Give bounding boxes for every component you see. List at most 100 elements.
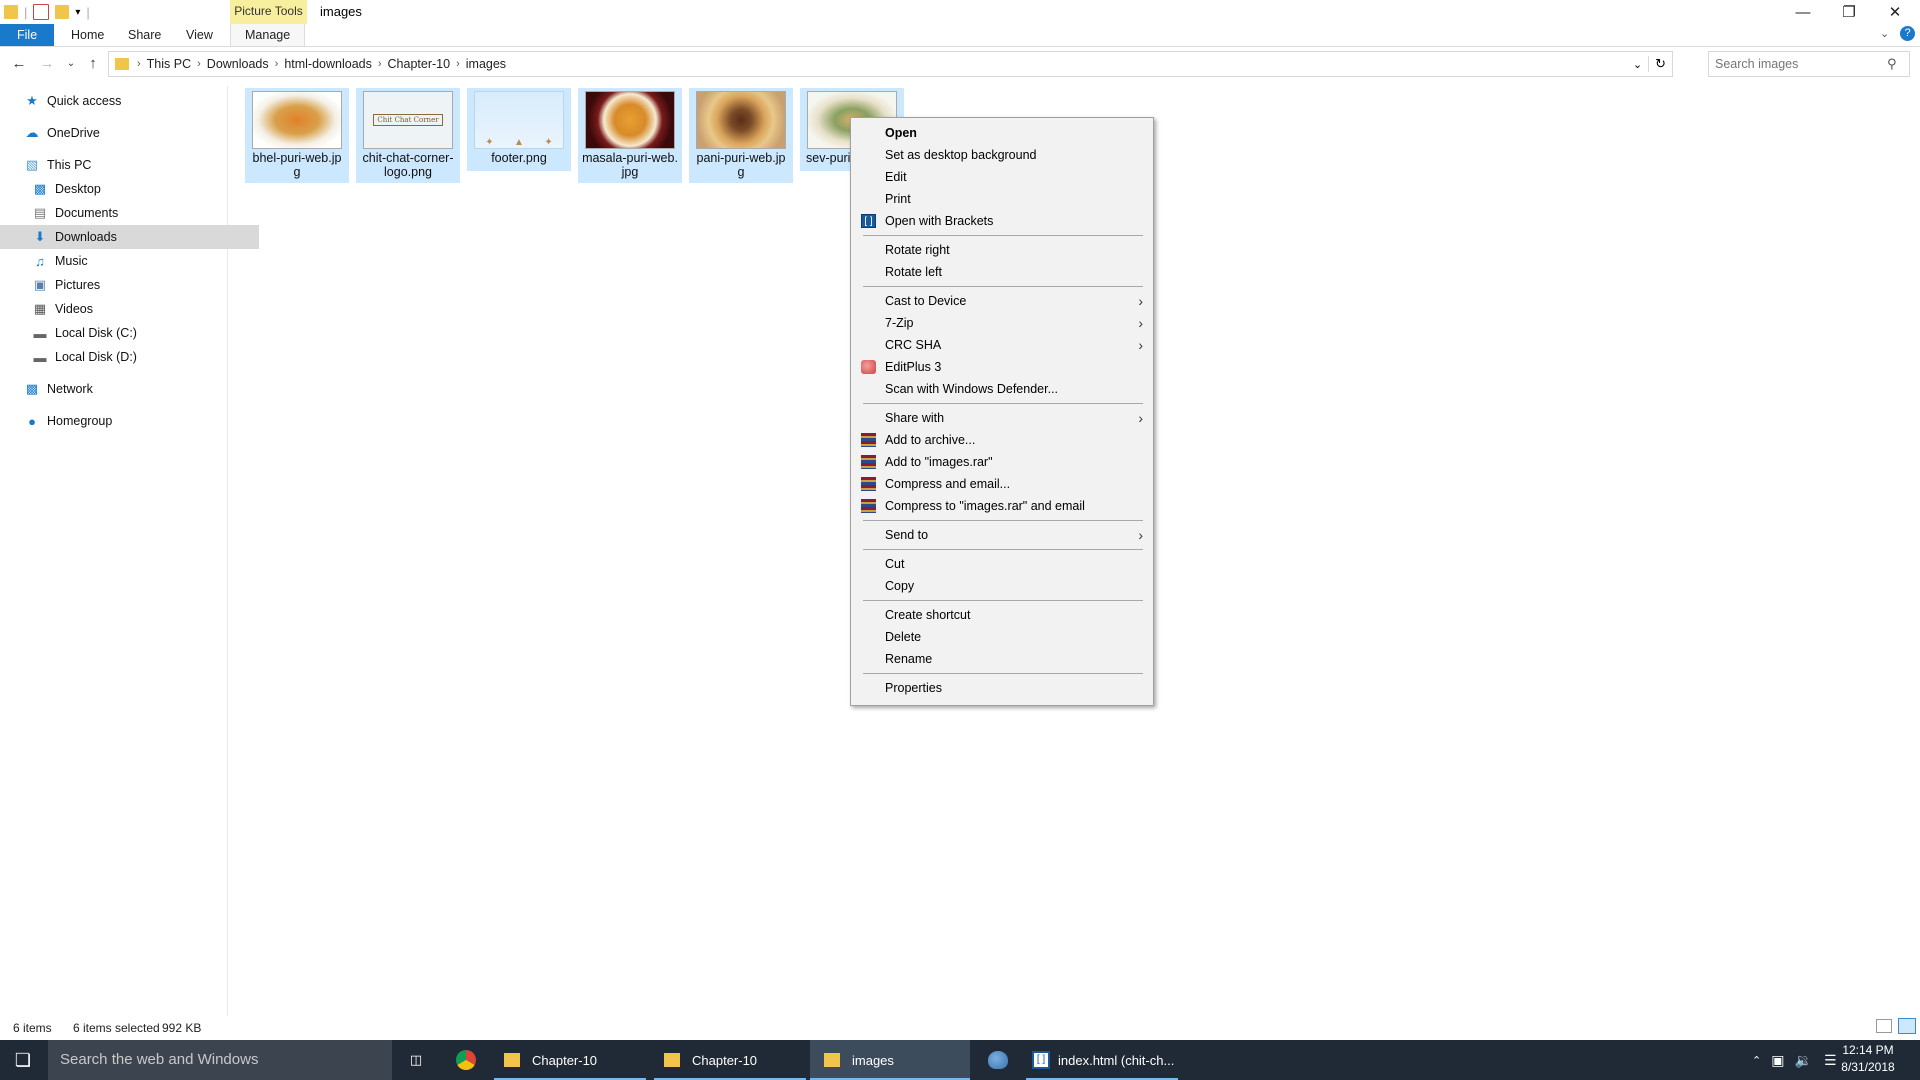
new-folder-icon[interactable] bbox=[55, 5, 70, 19]
sidebar-item-this-pc[interactable]: ▧ This PC bbox=[0, 153, 251, 177]
taskbar-app-brackets[interactable]: [ ] index.html (chit-ch... bbox=[1026, 1040, 1178, 1080]
breadcrumb-separator: › bbox=[137, 58, 141, 70]
sidebar-item-documents[interactable]: ▤ Documents bbox=[0, 201, 259, 225]
search-input[interactable] bbox=[1709, 56, 1887, 72]
tab-home[interactable]: Home bbox=[57, 24, 118, 46]
start-button[interactable]: ❏ bbox=[0, 1040, 46, 1080]
menu-item-rotate-left[interactable]: Rotate left bbox=[851, 261, 1153, 283]
menu-item-scan-defender[interactable]: Scan with Windows Defender... bbox=[851, 378, 1153, 400]
breadcrumb-separator: › bbox=[456, 58, 460, 70]
menu-item-crc-sha[interactable]: CRC SHA › bbox=[851, 334, 1153, 356]
search-icon[interactable]: ⚲ bbox=[1887, 56, 1897, 72]
sidebar-item-local-disk-d[interactable]: ▬ Local Disk (D:) bbox=[0, 345, 259, 369]
menu-item-editplus[interactable]: EditPlus 3 bbox=[851, 356, 1153, 378]
sidebar-item-local-disk-c[interactable]: ▬ Local Disk (C:) bbox=[0, 321, 259, 345]
breadcrumb-chapter-10[interactable]: Chapter-10 bbox=[384, 57, 455, 71]
menu-item-cut[interactable]: Cut bbox=[851, 553, 1153, 575]
sidebar-item-desktop[interactable]: ▩ Desktop bbox=[0, 177, 259, 201]
back-button[interactable]: ← bbox=[8, 52, 30, 74]
winrar-icon bbox=[861, 499, 876, 513]
sidebar-item-music[interactable]: ♫ Music bbox=[0, 249, 259, 273]
action-center-icon[interactable]: ☰ bbox=[1824, 1052, 1837, 1069]
file-item[interactable]: masala-puri-web. jpg bbox=[578, 88, 682, 183]
menu-item-rename[interactable]: Rename bbox=[851, 648, 1153, 670]
menu-item-set-desktop-background[interactable]: Set as desktop background bbox=[851, 144, 1153, 166]
address-bar[interactable]: › This PC › Downloads › html-downloads ›… bbox=[108, 51, 1673, 77]
tab-share[interactable]: Share bbox=[114, 24, 175, 46]
refresh-icon[interactable]: ↻ bbox=[1648, 56, 1672, 72]
menu-item-share-with[interactable]: Share with › bbox=[851, 407, 1153, 429]
sidebar-item-homegroup[interactable]: ● Homegroup bbox=[0, 409, 251, 433]
expand-ribbon-icon[interactable]: ⌄ bbox=[1880, 27, 1889, 40]
menu-item-add-to-archive[interactable]: Add to archive... bbox=[851, 429, 1153, 451]
tab-view[interactable]: View bbox=[172, 24, 227, 46]
menu-item-open[interactable]: Open bbox=[851, 122, 1153, 144]
sidebar-item-label: Local Disk (D:) bbox=[55, 350, 137, 364]
item-count: 6 items bbox=[13, 1021, 52, 1035]
sidebar-item-videos[interactable]: ▦ Videos bbox=[0, 297, 259, 321]
desktop-icon: ▩ bbox=[33, 181, 47, 196]
file-item[interactable]: pani-puri-web.jp g bbox=[689, 88, 793, 183]
menu-item-compress-to-rar-and-email[interactable]: Compress to "images.rar" and email bbox=[851, 495, 1153, 517]
help-icon[interactable]: ? bbox=[1900, 26, 1915, 41]
menu-item-properties[interactable]: Properties bbox=[851, 677, 1153, 699]
minimize-button[interactable]: — bbox=[1780, 0, 1826, 24]
show-hidden-icons-icon[interactable]: ⌃ bbox=[1752, 1054, 1761, 1067]
menu-item-add-to-images-rar[interactable]: Add to "images.rar" bbox=[851, 451, 1153, 473]
menu-item-send-to[interactable]: Send to › bbox=[851, 524, 1153, 546]
taskbar-search[interactable]: Search the web and Windows bbox=[48, 1040, 392, 1080]
folder-icon[interactable] bbox=[4, 5, 18, 19]
window-title: images bbox=[320, 4, 362, 19]
breadcrumb-this-pc[interactable]: This PC bbox=[143, 57, 195, 71]
menu-item-7-zip[interactable]: 7-Zip › bbox=[851, 312, 1153, 334]
winrar-icon bbox=[861, 455, 876, 469]
taskbar-app-images[interactable]: images bbox=[810, 1040, 970, 1080]
sidebar-item-network[interactable]: ▩ Network bbox=[0, 377, 251, 401]
forward-button[interactable]: → bbox=[36, 52, 58, 74]
properties-icon[interactable] bbox=[33, 4, 50, 20]
sidebar-item-label: Quick access bbox=[47, 94, 122, 108]
large-icons-view-icon[interactable] bbox=[1898, 1018, 1916, 1034]
menu-item-print[interactable]: Print bbox=[851, 188, 1153, 210]
network-icon[interactable]: ▣ bbox=[1771, 1052, 1784, 1069]
menu-item-open-with-brackets[interactable]: [ ] Open with Brackets bbox=[851, 210, 1153, 232]
menu-item-cast-to-device[interactable]: Cast to Device › bbox=[851, 290, 1153, 312]
sidebar-item-downloads[interactable]: ⬇ Downloads bbox=[0, 225, 259, 249]
image-thumbnail bbox=[696, 91, 786, 149]
taskbar-app-paint[interactable] bbox=[974, 1040, 1022, 1080]
address-dropdown-icon[interactable]: ⌄ bbox=[1627, 58, 1648, 71]
customize-qat-icon[interactable]: ▾ bbox=[75, 7, 80, 18]
file-item[interactable]: Chit Chat Corner chit-chat-corner-logo.p… bbox=[356, 88, 460, 183]
file-item[interactable]: bhel-puri-web.jp g bbox=[245, 88, 349, 183]
breadcrumb-images[interactable]: images bbox=[462, 57, 510, 71]
sidebar-item-onedrive[interactable]: ☁ OneDrive bbox=[0, 121, 251, 145]
sidebar-item-label: Local Disk (C:) bbox=[55, 326, 137, 340]
menu-item-copy[interactable]: Copy bbox=[851, 575, 1153, 597]
restore-button[interactable]: ❐ bbox=[1826, 0, 1872, 24]
sidebar-item-quick-access[interactable]: ★ Quick access bbox=[0, 89, 251, 113]
search-box[interactable]: ⚲ bbox=[1708, 51, 1910, 77]
menu-item-create-shortcut[interactable]: Create shortcut bbox=[851, 604, 1153, 626]
breadcrumb-separator: › bbox=[377, 58, 382, 70]
menu-item-rotate-right[interactable]: Rotate right bbox=[851, 239, 1153, 261]
details-view-icon[interactable] bbox=[1876, 1019, 1892, 1033]
tab-manage[interactable]: Manage bbox=[230, 24, 306, 46]
recent-locations-icon[interactable]: ⌄ bbox=[60, 52, 82, 74]
close-button[interactable]: ✕ bbox=[1872, 0, 1918, 24]
up-button[interactable]: ↑ bbox=[82, 52, 104, 74]
clock[interactable]: 12:14 PM 8/31/2018 bbox=[1830, 1042, 1906, 1076]
volume-icon[interactable]: 🔉 bbox=[1794, 1052, 1811, 1069]
taskbar-app-chapter-10[interactable]: Chapter-10 bbox=[494, 1040, 646, 1080]
breadcrumb-downloads[interactable]: Downloads bbox=[203, 57, 273, 71]
tab-file[interactable]: File bbox=[0, 24, 55, 46]
menu-item-delete[interactable]: Delete bbox=[851, 626, 1153, 648]
brackets-icon: [ ] bbox=[861, 214, 876, 228]
menu-item-compress-and-email[interactable]: Compress and email... bbox=[851, 473, 1153, 495]
breadcrumb-html-downloads[interactable]: html-downloads bbox=[280, 57, 376, 71]
taskbar-chrome[interactable] bbox=[444, 1040, 488, 1080]
file-item[interactable]: ✦ ▲ ✦ footer.png bbox=[467, 88, 571, 171]
menu-item-edit[interactable]: Edit bbox=[851, 166, 1153, 188]
taskbar-app-chapter-10[interactable]: Chapter-10 bbox=[654, 1040, 806, 1080]
task-view-button[interactable]: ◫ bbox=[394, 1040, 438, 1080]
sidebar-item-pictures[interactable]: ▣ Pictures bbox=[0, 273, 259, 297]
